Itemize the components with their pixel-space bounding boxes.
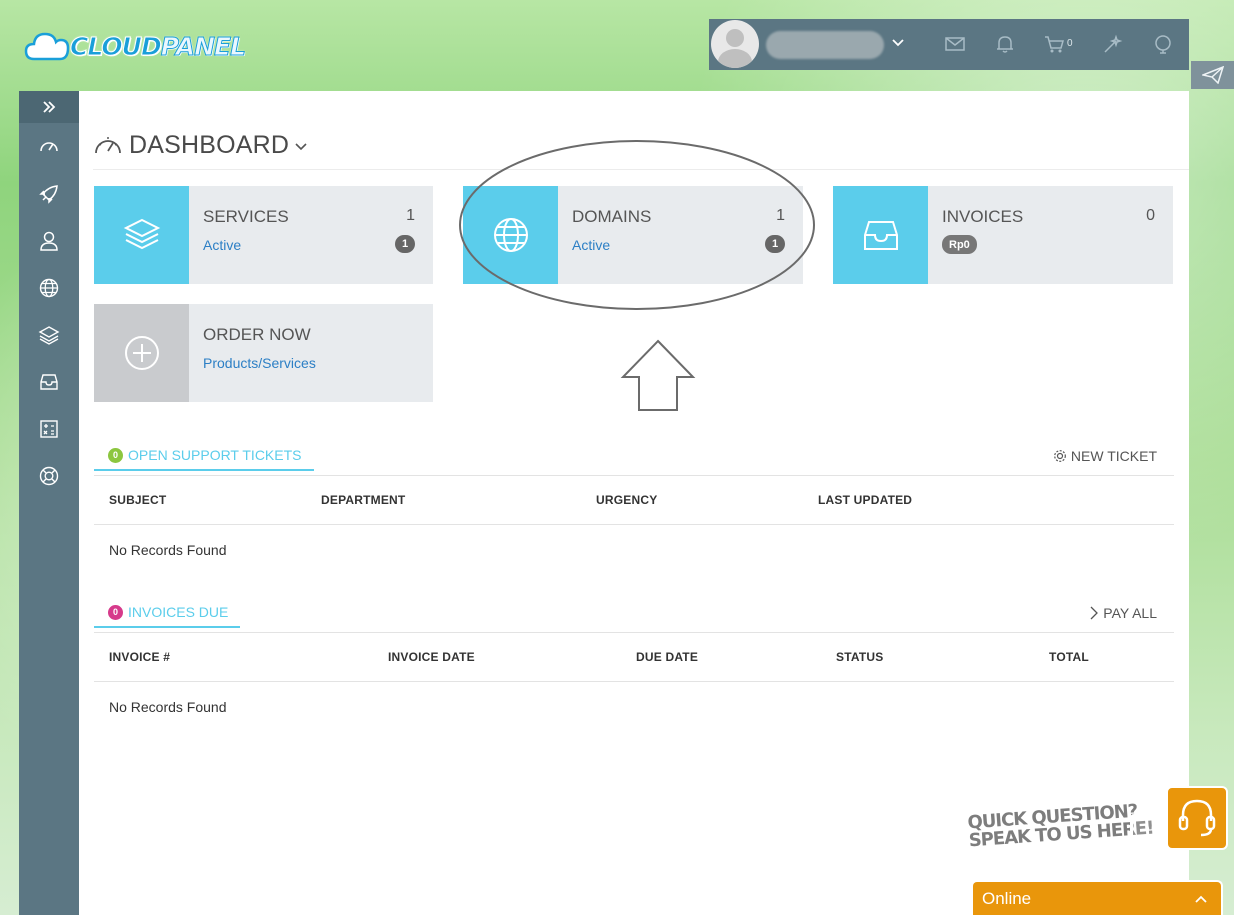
- username-redacted[interactable]: [766, 31, 884, 59]
- sidebar-item-account[interactable]: [19, 221, 79, 261]
- divider: [94, 632, 1174, 633]
- sidebar-item-calculator[interactable]: [19, 409, 79, 449]
- new-ticket-label: NEW TICKET: [1070, 448, 1157, 464]
- tile-invoices[interactable]: INVOICES 0 Rp0: [833, 186, 1173, 284]
- column-header[interactable]: DEPARTMENT: [321, 493, 405, 507]
- tile-invoices-count: 0: [1146, 207, 1155, 224]
- sidebar-item-services[interactable]: [19, 174, 79, 214]
- invoices-due-header: 0 INVOICES DUE PAY ALL: [94, 598, 1174, 628]
- envelope-icon[interactable]: [944, 33, 966, 55]
- cart-icon[interactable]: [1043, 33, 1065, 55]
- tab-invoices-due-label: INVOICES DUE: [128, 604, 229, 620]
- column-header[interactable]: INVOICE #: [109, 650, 170, 664]
- sidebar-item-domains[interactable]: [19, 268, 79, 308]
- tile-services-label: SERVICES: [203, 207, 289, 226]
- divider: [94, 681, 1174, 682]
- headset-icon[interactable]: [1166, 786, 1228, 850]
- divider: [93, 169, 1189, 170]
- chevron-up-icon[interactable]: [1195, 892, 1207, 906]
- tile-domains-active-link[interactable]: Active: [572, 237, 610, 253]
- tickets-count-badge: 0: [108, 447, 123, 463]
- sidebar-toggle-icon[interactable]: [19, 91, 79, 123]
- pay-all-label: PAY ALL: [1103, 605, 1157, 621]
- sidebar-item-dashboard[interactable]: [19, 127, 79, 167]
- chevron-down-icon[interactable]: [295, 138, 307, 154]
- chevron-right-icon: [1090, 606, 1099, 620]
- tile-order-now-link[interactable]: Products/Services: [203, 355, 316, 371]
- tab-invoices-due[interactable]: 0 INVOICES DUE: [94, 598, 241, 628]
- globe-icon: [463, 186, 558, 284]
- chevron-down-icon[interactable]: [891, 35, 905, 51]
- chat-status-bar[interactable]: Online: [971, 880, 1223, 915]
- tile-invoices-label: INVOICES: [942, 207, 1024, 226]
- user-avatar[interactable]: [711, 20, 759, 68]
- globe-icon: [39, 278, 59, 298]
- magic-wand-icon[interactable]: [1102, 33, 1124, 55]
- logo-text: CLOUDPANEL: [70, 31, 247, 61]
- page-title[interactable]: DASHBOARD: [93, 131, 307, 160]
- rocket-icon: [39, 185, 58, 204]
- new-ticket-button[interactable]: NEW TICKET: [1053, 448, 1157, 464]
- dashboard-icon: [95, 136, 121, 153]
- dashboard-icon: [40, 142, 58, 152]
- sidebar: [19, 91, 79, 915]
- sidebar-item-billing[interactable]: [19, 362, 79, 402]
- column-header[interactable]: SUBJECT: [109, 493, 166, 507]
- inbox-icon: [833, 186, 928, 284]
- layers-icon: [94, 186, 189, 284]
- column-header[interactable]: DUE DATE: [636, 650, 698, 664]
- tile-domains[interactable]: DOMAINS 1 Active 1: [463, 186, 803, 284]
- lifebuoy-icon: [39, 466, 59, 486]
- plus-circle-icon: [94, 304, 189, 402]
- calculator-icon: [40, 420, 58, 438]
- inbox-icon: [40, 374, 58, 390]
- cloud-icon: [24, 32, 70, 61]
- send-icon[interactable]: [1191, 61, 1234, 89]
- column-header[interactable]: STATUS: [836, 650, 883, 664]
- tile-order-now[interactable]: ORDER NOW Products/Services: [94, 304, 433, 402]
- tile-domains-count: 1: [776, 207, 785, 224]
- tile-services[interactable]: SERVICES 1 Active 1: [94, 186, 433, 284]
- tile-services-count: 1: [406, 207, 415, 224]
- tab-open-support-tickets[interactable]: 0 OPEN SUPPORT TICKETS: [94, 441, 314, 471]
- cart-count: 0: [1067, 38, 1073, 49]
- main-panel: DASHBOARD SERVICES 1 Active 1 DOMAINS 1 …: [79, 91, 1189, 915]
- tile-services-active-link[interactable]: Active: [203, 237, 241, 253]
- sidebar-item-layers[interactable]: [19, 315, 79, 355]
- divider: [94, 524, 1174, 525]
- column-header[interactable]: URGENCY: [596, 493, 657, 507]
- invoices-due-count-badge: 0: [108, 604, 123, 620]
- column-header[interactable]: TOTAL: [1049, 650, 1089, 664]
- tile-order-now-label: ORDER NOW: [203, 325, 311, 344]
- page-title-text: DASHBOARD: [129, 131, 290, 159]
- tickets-empty-message: No Records Found: [109, 542, 227, 558]
- support-tickets-header: 0 OPEN SUPPORT TICKETS NEW TICKET: [94, 441, 1174, 471]
- column-header[interactable]: LAST UPDATED: [818, 493, 912, 507]
- divider: [94, 475, 1174, 476]
- user-icon: [40, 231, 58, 251]
- column-header[interactable]: INVOICE DATE: [388, 650, 475, 664]
- globe-pin-icon[interactable]: [1152, 33, 1174, 55]
- bell-icon[interactable]: [994, 33, 1016, 55]
- brand-logo[interactable]: CLOUDPANEL: [24, 28, 247, 64]
- tile-domains-label: DOMAINS: [572, 207, 652, 226]
- invoices-empty-message: No Records Found: [109, 699, 227, 715]
- tile-domains-badge: 1: [765, 235, 785, 253]
- top-user-bar: 0: [709, 19, 1189, 70]
- pay-all-button[interactable]: PAY ALL: [1089, 605, 1157, 621]
- tile-invoices-balance-badge: Rp0: [942, 235, 977, 254]
- gear-icon: [1054, 450, 1066, 462]
- tab-open-support-tickets-label: OPEN SUPPORT TICKETS: [128, 447, 302, 463]
- layers-icon: [38, 326, 60, 345]
- tile-services-badge: 1: [395, 235, 415, 253]
- chat-status-label: Online: [982, 888, 1032, 908]
- sidebar-item-support[interactable]: [19, 456, 79, 496]
